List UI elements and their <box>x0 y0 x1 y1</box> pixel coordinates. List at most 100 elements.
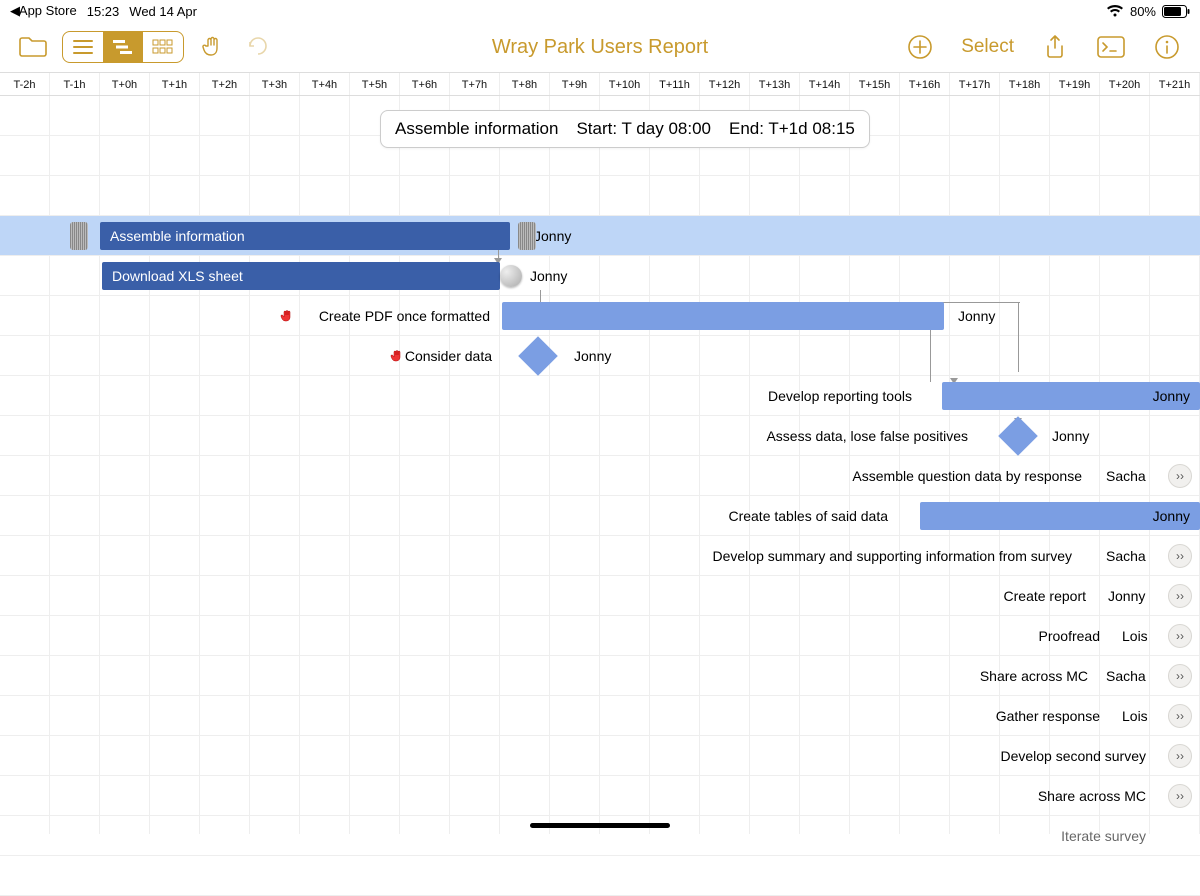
task-assignee: Jonny <box>958 296 995 336</box>
back-to-app[interactable]: ◀ App Store <box>10 3 77 19</box>
time-column-label: T+3h <box>250 73 300 95</box>
popup-task-name: Assemble information <box>395 119 558 139</box>
scroll-right-button[interactable]: ›› <box>1168 784 1192 808</box>
stop-hand-icon <box>280 309 294 323</box>
home-indicator[interactable] <box>530 823 670 828</box>
task-name: Gather response <box>996 696 1100 736</box>
view-gantt[interactable] <box>103 32 143 62</box>
status-time: 15:23 <box>87 4 120 19</box>
info-button[interactable] <box>1152 34 1182 60</box>
scroll-right-button[interactable]: ›› <box>1168 464 1192 488</box>
task-name: Share across MC <box>980 656 1088 696</box>
scroll-right-button[interactable]: ›› <box>1168 744 1192 768</box>
time-column-label: T+14h <box>800 73 850 95</box>
time-column-label: T+19h <box>1050 73 1100 95</box>
scroll-right-button[interactable]: ›› <box>1168 624 1192 648</box>
time-column-label: T+21h <box>1150 73 1200 95</box>
share-button[interactable] <box>1040 34 1070 60</box>
task-assignee: Jonny <box>1052 416 1089 456</box>
task-assignee: Jonny <box>1108 576 1145 616</box>
time-column-label: T+10h <box>600 73 650 95</box>
task-assignee: Jonny <box>1153 502 1190 530</box>
task-name: Iterate survey <box>1061 816 1146 856</box>
view-list[interactable] <box>63 32 103 62</box>
task-assignee: Lois <box>1122 696 1148 736</box>
toolbar: Wray Park Users Report Select <box>0 22 1200 72</box>
task-assignee: Sacha <box>1106 456 1146 496</box>
terminal-button[interactable] <box>1096 34 1126 60</box>
battery-icon <box>1162 5 1190 18</box>
gantt-row <box>0 616 1200 656</box>
battery-percent: 80% <box>1130 4 1156 19</box>
popup-end: End: T+1d 08:15 <box>729 119 855 139</box>
folder-button[interactable] <box>18 34 48 60</box>
undo-button[interactable] <box>242 34 272 60</box>
time-ruler[interactable]: T-2hT-1hT+0hT+1hT+2hT+3hT+4hT+5hT+6hT+7h… <box>0 72 1200 96</box>
bar-progress-handle[interactable] <box>500 265 522 287</box>
bar-resize-handle[interactable] <box>70 222 88 250</box>
task-name: Create tables of said data <box>728 496 888 536</box>
time-column-label: T+11h <box>650 73 700 95</box>
task-name: Assess data, lose false positives <box>766 416 968 456</box>
time-column-label: T+1h <box>150 73 200 95</box>
scroll-right-button[interactable]: ›› <box>1168 584 1192 608</box>
add-button[interactable] <box>905 34 935 60</box>
view-mode-segmented[interactable] <box>62 31 184 63</box>
task-info-popup: Assemble information Start: T day 08:00 … <box>380 110 870 148</box>
time-column-label: T+7h <box>450 73 500 95</box>
scroll-right-button[interactable]: ›› <box>1168 704 1192 728</box>
task-assignee: Sacha <box>1106 536 1146 576</box>
task-name: Assemble question data by response <box>852 456 1082 496</box>
wifi-icon <box>1106 4 1124 18</box>
task-assignee: Jonny <box>574 336 611 376</box>
dependency-line <box>1018 302 1019 372</box>
bar-resize-handle[interactable] <box>518 222 536 250</box>
task-assignee: Jonny <box>534 216 571 256</box>
task-bar[interactable]: Download XLS sheet <box>102 262 500 290</box>
dependency-line <box>498 250 499 258</box>
time-column-label: T+2h <box>200 73 250 95</box>
task-bar[interactable] <box>502 302 944 330</box>
task-assignee: Lois <box>1122 616 1148 656</box>
time-column-label: T-1h <box>50 73 100 95</box>
time-column-label: T+16h <box>900 73 950 95</box>
status-bar: ◀ App Store 15:23 Wed 14 Apr 80% <box>0 0 1200 22</box>
task-name: Assemble information <box>110 222 245 250</box>
popup-start: Start: T day 08:00 <box>576 119 711 139</box>
status-date: Wed 14 Apr <box>129 4 197 19</box>
task-name: Develop summary and supporting informati… <box>713 536 1073 576</box>
task-name: Download XLS sheet <box>112 262 243 290</box>
task-assignee: Jonny <box>530 256 567 296</box>
scroll-right-button[interactable]: ›› <box>1168 664 1192 688</box>
scroll-right-button[interactable]: ›› <box>1168 544 1192 568</box>
stop-hand-icon <box>390 349 404 363</box>
time-column-label: T+20h <box>1100 73 1150 95</box>
gantt-row <box>0 776 1200 816</box>
task-assignee: Jonny <box>1153 382 1190 410</box>
task-name: Create report <box>1004 576 1086 616</box>
time-column-label: T+6h <box>400 73 450 95</box>
task-bar[interactable]: Jonny <box>942 382 1200 410</box>
task-name: Create PDF once formatted <box>319 296 490 336</box>
time-column-label: T+8h <box>500 73 550 95</box>
time-column-label: T+4h <box>300 73 350 95</box>
hand-button[interactable] <box>198 34 228 60</box>
gantt-row <box>0 856 1200 896</box>
task-name: Proofread <box>1039 616 1100 656</box>
task-name: Develop reporting tools <box>768 376 912 416</box>
task-assignee: Sacha <box>1106 656 1146 696</box>
gantt-area[interactable]: Assemble information Jonny Download XLS sh… <box>0 96 1200 834</box>
task-bar[interactable]: Assemble information <box>100 222 510 250</box>
select-button[interactable]: Select <box>961 36 1014 58</box>
gantt-row <box>0 176 1200 216</box>
task-bar[interactable]: Jonny <box>920 502 1200 530</box>
view-board[interactable] <box>143 32 183 62</box>
time-column-label: T+15h <box>850 73 900 95</box>
task-name: Develop second survey <box>1000 736 1146 776</box>
document-title[interactable]: Wray Park Users Report <box>492 36 708 59</box>
time-column-label: T+13h <box>750 73 800 95</box>
time-column-label: T-2h <box>0 73 50 95</box>
task-name: Consider data <box>405 336 492 376</box>
time-column-label: T+9h <box>550 73 600 95</box>
task-name: Share across MC <box>1038 776 1146 816</box>
